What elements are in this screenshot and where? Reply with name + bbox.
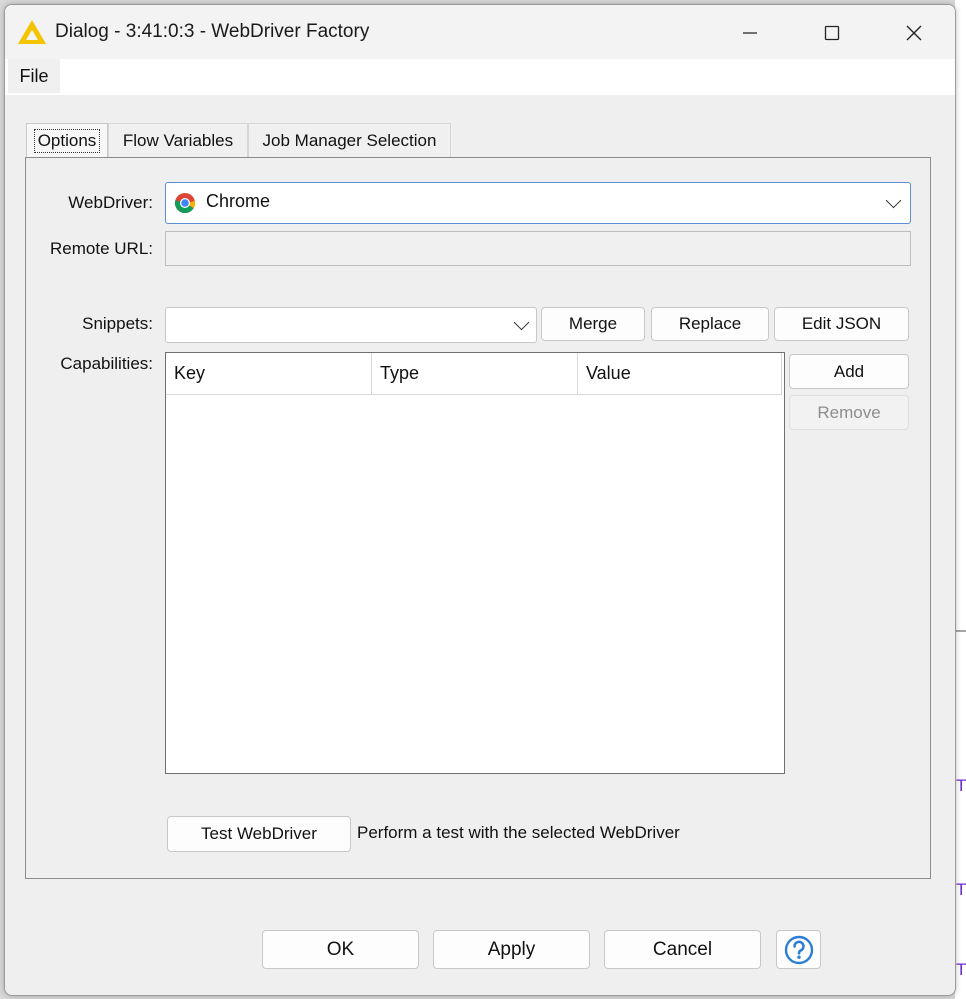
column-header-value[interactable]: Value: [578, 353, 782, 395]
capabilities-label: Capabilities:: [60, 354, 153, 373]
add-button[interactable]: Add: [789, 354, 909, 389]
background-text: T: [956, 960, 966, 979]
test-description: Perform a test with the selected WebDriv…: [357, 823, 680, 842]
snippets-label: Snippets:: [82, 314, 153, 333]
webdriver-value: Chrome: [206, 191, 271, 211]
capabilities-table[interactable]: Key Type Value: [165, 352, 785, 774]
replace-button[interactable]: Replace: [651, 307, 769, 341]
tab-label: Options: [33, 129, 101, 153]
apply-button[interactable]: Apply: [433, 930, 590, 969]
remove-button[interactable]: Remove: [789, 395, 909, 430]
menu-bar: File: [5, 59, 955, 95]
help-button[interactable]: [776, 930, 821, 969]
background-text: T: [956, 880, 966, 899]
background-divider: [955, 630, 966, 632]
menu-file[interactable]: File: [8, 59, 60, 93]
close-button[interactable]: [891, 15, 937, 51]
ok-button[interactable]: OK: [262, 930, 419, 969]
close-icon: [906, 25, 922, 41]
minimize-icon: [743, 32, 757, 34]
background-window-edge: [955, 0, 966, 999]
tab-flow-variables[interactable]: Flow Variables: [108, 123, 248, 158]
column-header-key[interactable]: Key: [166, 353, 372, 395]
minimize-button[interactable]: [727, 15, 773, 51]
webdriver-select[interactable]: Chrome: [165, 182, 911, 224]
tab-options[interactable]: Options: [26, 123, 108, 158]
maximize-icon: [824, 25, 840, 41]
tab-label: Flow Variables: [122, 131, 234, 150]
maximize-button[interactable]: [809, 15, 855, 51]
remote-url-label: Remote URL:: [50, 239, 153, 258]
column-header-type[interactable]: Type: [372, 353, 578, 395]
knime-logo-icon: [18, 20, 46, 44]
title-bar[interactable]: Dialog - 3:41:0:3 - WebDriver Factory: [5, 5, 955, 59]
window-title: Dialog - 3:41:0:3 - WebDriver Factory: [55, 21, 370, 42]
edit-json-button[interactable]: Edit JSON: [774, 307, 909, 341]
remote-url-field[interactable]: [165, 231, 911, 266]
tab-label: Job Manager Selection: [262, 131, 437, 150]
background-text: T: [956, 776, 966, 795]
help-icon: [784, 935, 813, 964]
dialog-window: Dialog - 3:41:0:3 - WebDriver Factory Fi…: [4, 4, 956, 996]
merge-button[interactable]: Merge: [541, 307, 645, 341]
webdriver-label: WebDriver:: [68, 193, 153, 212]
tab-job-manager-selection[interactable]: Job Manager Selection: [248, 123, 451, 158]
test-webdriver-button[interactable]: Test WebDriver: [167, 816, 351, 852]
chrome-icon: [174, 193, 196, 214]
cancel-button[interactable]: Cancel: [604, 930, 761, 969]
snippets-select[interactable]: [165, 307, 537, 343]
chevron-down-icon: [885, 192, 902, 209]
chevron-down-icon: [513, 314, 530, 331]
